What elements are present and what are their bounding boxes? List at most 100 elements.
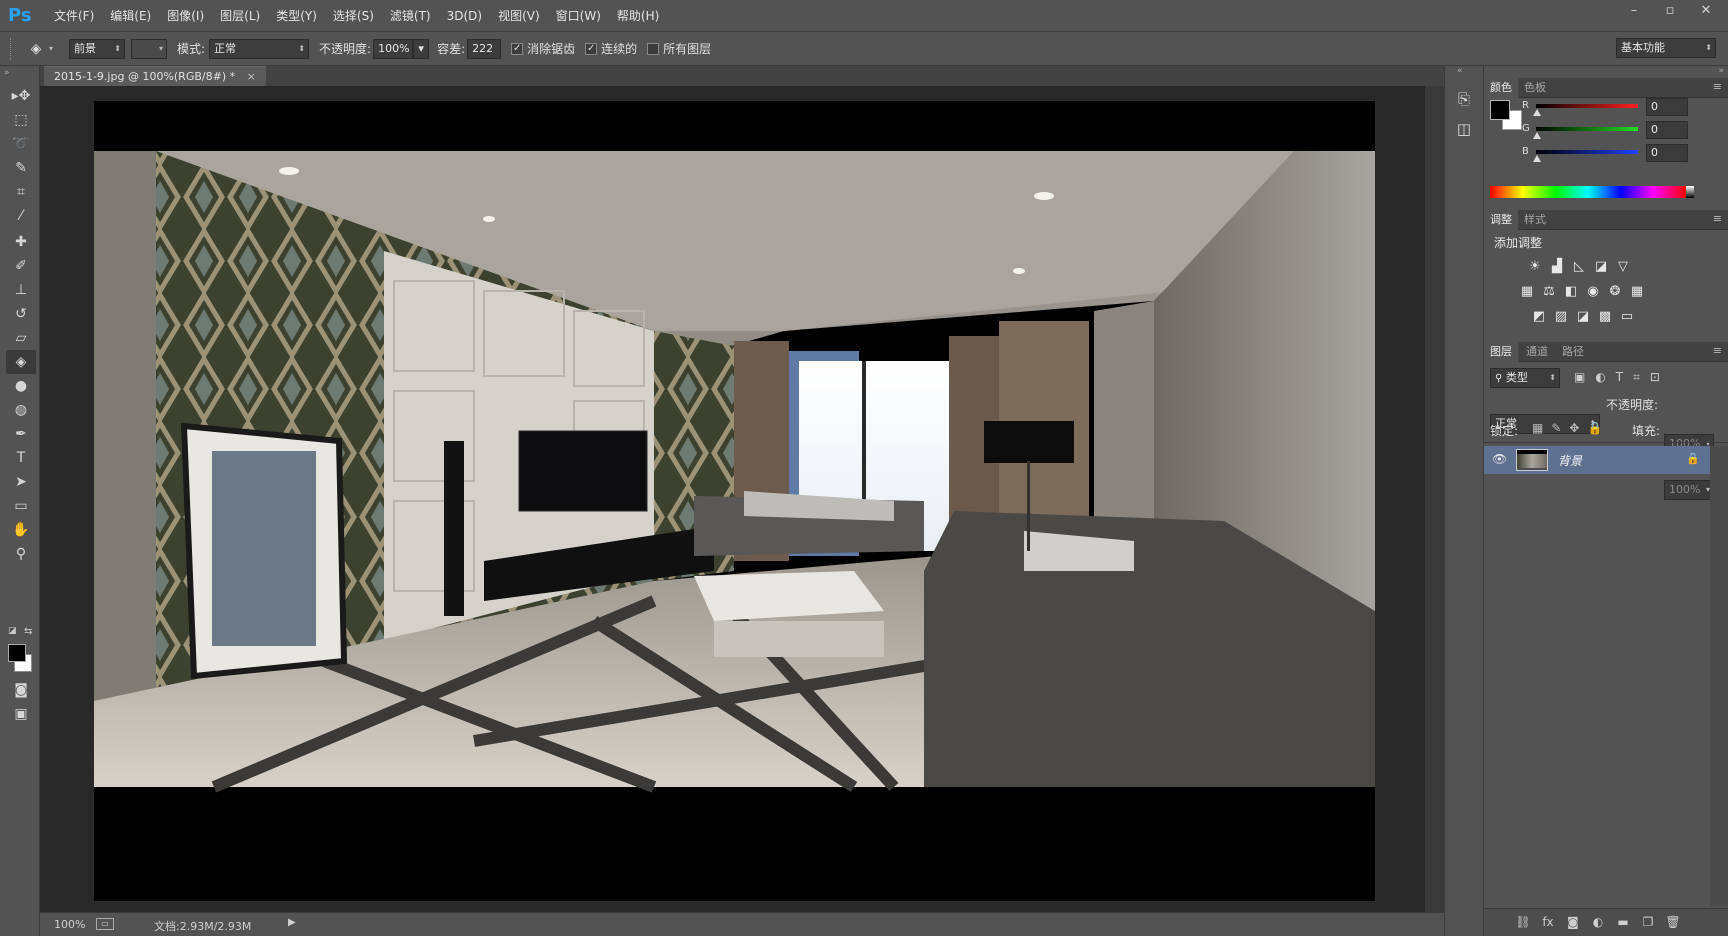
contiguous-checkbox[interactable]: ✓ [585,42,598,55]
tab-paths[interactable]: 路径 [1556,342,1590,362]
layer-filter-icons[interactable]: ▣◐T⌗⊡ [1574,370,1714,385]
maximize-button[interactable]: ▫ [1652,0,1688,22]
tolerance-input[interactable]: 222 [467,38,502,59]
brightness-icon[interactable]: ☀ [1524,258,1546,276]
gradient-map-icon[interactable]: ▭ [1616,308,1638,326]
layer-visibility-eye-icon[interactable]: 👁 [1492,452,1507,466]
pen-tool-icon[interactable]: ✒ [6,422,36,446]
status-info-icon[interactable]: ▭ [96,918,114,930]
exposure-icon[interactable]: ◪ [1590,258,1612,276]
brush-tool-icon[interactable]: ✐ [6,254,36,278]
document-canvas[interactable] [94,101,1375,901]
history-brush-tool-icon[interactable]: ↺ [6,302,36,326]
blur-tool-icon[interactable]: ● [6,374,36,398]
default-colors-icon[interactable]: ◪ [8,626,17,636]
adjustment-icon[interactable]: ◐ [1589,915,1607,931]
vertical-scrollbar[interactable] [1425,86,1444,912]
antialias-checkbox[interactable]: ✓ [511,42,524,55]
channel-value-b[interactable]: 0 [1646,144,1688,162]
quick-select-tool-icon[interactable]: ✎ [6,156,36,180]
close-button[interactable]: ✕ [1688,0,1724,22]
menu-item-0[interactable]: 文件(F) [46,0,102,32]
layer-row[interactable]: 👁 背景 🔒 [1484,446,1710,474]
zoom-level[interactable]: 100% [54,918,85,931]
menu-item-10[interactable]: 帮助(H) [609,0,667,32]
invert-icon[interactable]: ◩ [1528,308,1550,326]
tab-color[interactable]: 颜色 [1484,78,1518,98]
layer-filter-select[interactable]: ⚲ 类型 ⬍ [1490,368,1560,388]
channel-slider-thumb-b[interactable] [1533,155,1541,162]
selective-color-icon[interactable]: ▩ [1594,308,1616,326]
pattern-picker[interactable]: ▾ [131,38,167,59]
lasso-tool-icon[interactable]: ➰ [6,132,36,156]
link-icon[interactable]: ⛓ [1514,915,1532,931]
shape-tool-icon[interactable]: ▭ [6,494,36,518]
new-layer-icon[interactable]: ❐ [1639,915,1657,931]
properties-panel-icon[interactable]: ◫ [1453,120,1475,142]
menu-item-1[interactable]: 编辑(E) [102,0,159,32]
channel-slider-r[interactable] [1536,104,1638,108]
menu-item-7[interactable]: 3D(D) [439,0,490,32]
status-menu-arrow-icon[interactable]: ▶ [288,917,296,928]
channel-slider-thumb-g[interactable] [1533,132,1541,139]
menu-item-3[interactable]: 图层(L) [212,0,268,32]
lock-icons[interactable]: ▦✎✥🔒 [1532,421,1610,435]
menu-item-2[interactable]: 图像(I) [159,0,212,32]
screen-mode-icon[interactable]: ▣ [6,702,36,726]
mask-icon[interactable]: ◙ [1564,915,1582,931]
swap-colors-icon[interactable]: ⇆ [24,626,32,637]
black-white-icon[interactable]: ◧ [1560,283,1582,301]
crop-tool-icon[interactable]: ⌗ [6,180,36,204]
menu-item-9[interactable]: 窗口(W) [548,0,609,32]
hue-saturation-icon[interactable]: ▦ [1516,283,1538,301]
posterize-icon[interactable]: ▨ [1550,308,1572,326]
photo-filter-icon[interactable]: ◉ [1582,283,1604,301]
menu-item-4[interactable]: 类型(Y) [268,0,325,32]
eyedropper-tool-icon[interactable]: ⁄ [6,204,36,228]
opacity-input[interactable]: 100% [373,38,414,59]
layer-name[interactable]: 背景 [1558,452,1582,469]
channel-value-g[interactable]: 0 [1646,121,1688,139]
foreground-color-swatch[interactable] [8,644,26,662]
group-icon[interactable]: ▬ [1614,915,1632,931]
adjust-panel-menu-icon[interactable]: ≡ [1713,212,1722,225]
collapse-dock-icon[interactable]: « [1457,66,1463,76]
tab-adjustments[interactable]: 调整 [1484,210,1518,230]
channel-slider-b[interactable] [1536,150,1638,154]
bw-ramp[interactable] [1686,186,1694,198]
path-select-tool-icon[interactable]: ➤ [6,470,36,494]
trash-icon[interactable]: 🗑 [1664,915,1682,931]
color-fg-swatch[interactable] [1490,100,1510,120]
fill-source-select[interactable]: 前景 ⬍ [69,38,125,59]
minimize-button[interactable]: – [1616,0,1652,22]
fill-input[interactable]: 100% ▾ [1664,480,1714,500]
tab-styles[interactable]: 样式 [1518,210,1552,230]
zoom-tool-icon[interactable]: ⚲ [6,542,36,566]
color-spectrum[interactable] [1490,186,1686,198]
collapse-toolbar-icon[interactable]: » [4,68,10,78]
type-tool-icon[interactable]: T [6,446,36,470]
levels-icon[interactable]: ▟ [1546,258,1568,276]
fx-icon[interactable]: fx [1539,915,1557,931]
vibrance-icon[interactable]: ▽ [1612,258,1634,276]
paint-bucket-tool-icon[interactable]: ◈ [6,350,36,374]
workspace-select[interactable]: 基本功能 ⬍ [1616,38,1716,58]
menu-item-8[interactable]: 视图(V) [490,0,548,32]
expand-panels-icon[interactable]: » [1718,66,1724,76]
menu-item-6[interactable]: 滤镜(T) [382,0,439,32]
tab-channels[interactable]: 通道 [1520,342,1554,362]
tool-preset-arrow-icon[interactable]: ▾ [49,44,61,53]
paint-bucket-icon[interactable]: ◈ [23,38,49,60]
color-panel-menu-icon[interactable]: ≡ [1713,80,1722,93]
mode-select[interactable]: 正常 ⬍ [209,38,310,59]
channel-mixer-icon[interactable]: ❂ [1604,283,1626,301]
close-tab-icon[interactable]: × [247,70,256,83]
channel-value-r[interactable]: 0 [1646,98,1688,116]
layers-scrollbar[interactable] [1710,446,1728,906]
layers-panel-menu-icon[interactable]: ≡ [1713,344,1722,357]
dodge-tool-icon[interactable]: ◍ [6,398,36,422]
clone-stamp-tool-icon[interactable]: ⊥ [6,278,36,302]
color-lookup-icon[interactable]: ▦ [1626,283,1648,301]
move-tool-icon[interactable]: ▸✥ [6,84,36,108]
channel-slider-thumb-r[interactable] [1533,109,1541,116]
